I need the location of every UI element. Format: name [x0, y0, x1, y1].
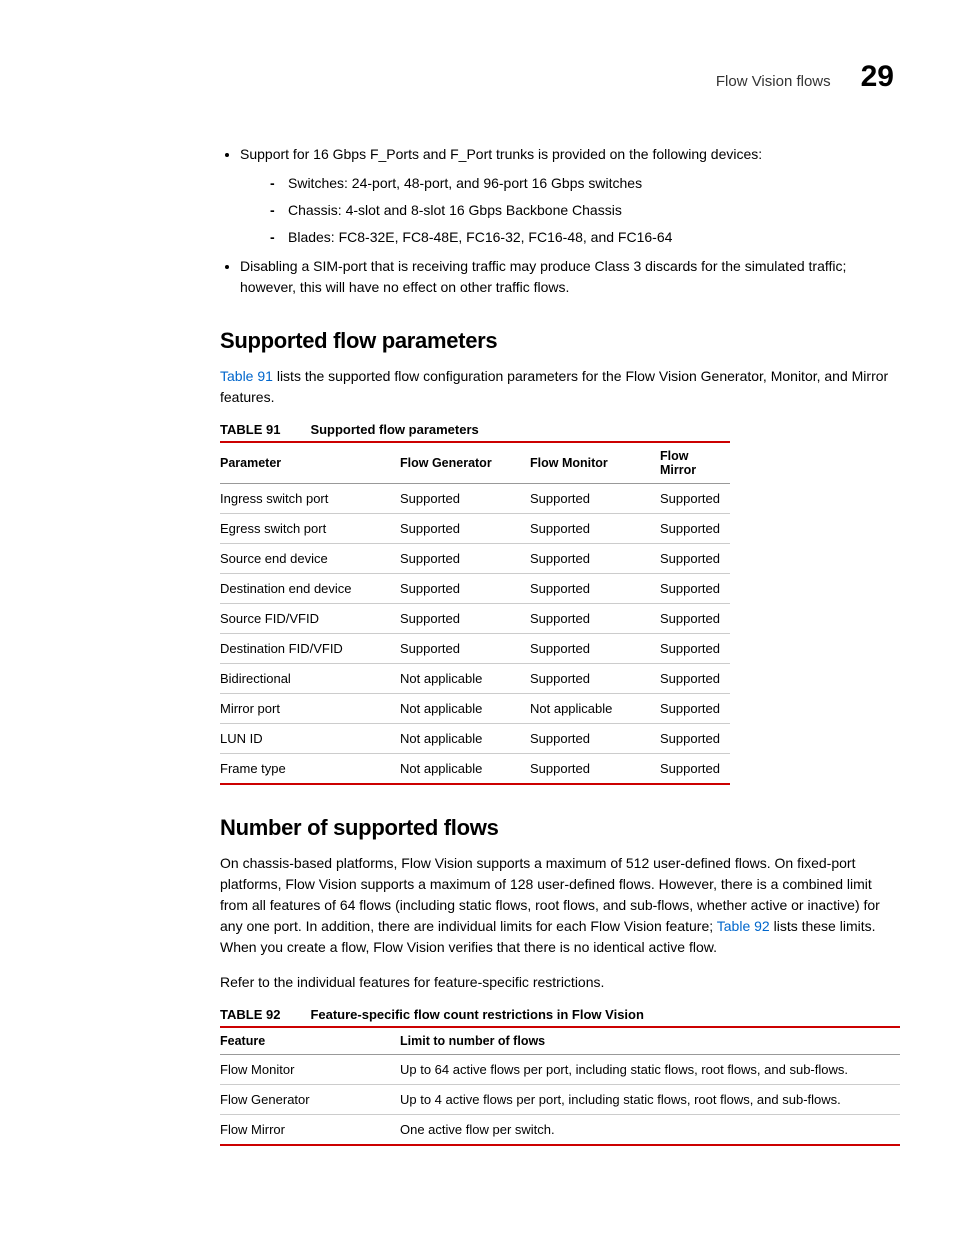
table-header: Flow Monitor — [530, 442, 660, 484]
body-paragraph: On chassis-based platforms, Flow Vision … — [220, 853, 894, 958]
table-cell: Frame type — [220, 754, 400, 785]
list-item: Support for 16 Gbps F_Ports and F_Port t… — [240, 144, 894, 248]
table-cell: Not applicable — [400, 664, 530, 694]
table-row: Source end deviceSupportedSupportedSuppo… — [220, 544, 730, 574]
table-row: Frame typeNot applicableSupportedSupport… — [220, 754, 730, 785]
table-label-title: Feature-specific flow count restrictions… — [310, 1007, 643, 1022]
table-row: Destination FID/VFIDSupportedSupportedSu… — [220, 634, 730, 664]
table-cell: Supported — [400, 544, 530, 574]
bullet-list: Support for 16 Gbps F_Ports and F_Port t… — [220, 144, 894, 298]
table-cell: Supported — [400, 514, 530, 544]
table-cell: Supported — [660, 514, 730, 544]
table-supported-params: Parameter Flow Generator Flow Monitor Fl… — [220, 441, 730, 785]
section-heading-supported-params: Supported flow parameters — [220, 328, 894, 354]
table-row: Source FID/VFIDSupportedSupportedSupport… — [220, 604, 730, 634]
table-cell: Supported — [660, 604, 730, 634]
table-header-row: Parameter Flow Generator Flow Monitor Fl… — [220, 442, 730, 484]
table-cell: Source end device — [220, 544, 400, 574]
table-cell: Source FID/VFID — [220, 604, 400, 634]
table-header-row: Feature Limit to number of flows — [220, 1027, 900, 1055]
table-flow-restrictions: Feature Limit to number of flows Flow Mo… — [220, 1026, 900, 1146]
table-cell: Supported — [530, 574, 660, 604]
sub-list-item: Switches: 24-port, 48-port, and 96-port … — [270, 173, 894, 194]
table-cell: Supported — [530, 514, 660, 544]
table-label-title: Supported flow parameters — [310, 422, 478, 437]
table-cell: Destination end device — [220, 574, 400, 604]
para-text: lists the supported flow configuration p… — [220, 368, 888, 405]
table-cell: Supported — [530, 724, 660, 754]
table-row: Flow MonitorUp to 64 active flows per po… — [220, 1055, 900, 1085]
table-header: Limit to number of flows — [400, 1027, 900, 1055]
sub-list: Switches: 24-port, 48-port, and 96-port … — [240, 173, 894, 248]
table-row: LUN IDNot applicableSupportedSupported — [220, 724, 730, 754]
body-paragraph: Refer to the individual features for fea… — [220, 972, 894, 993]
table-cell: Supported — [530, 604, 660, 634]
table-header: Feature — [220, 1027, 400, 1055]
sub-list-item: Chassis: 4-slot and 8-slot 16 Gbps Backb… — [270, 200, 894, 221]
table-link[interactable]: Table 91 — [220, 368, 273, 384]
table-header: Flow Generator — [400, 442, 530, 484]
table-link[interactable]: Table 92 — [717, 918, 770, 934]
table-row: Ingress switch portSupportedSupportedSup… — [220, 484, 730, 514]
table-row: Egress switch portSupportedSupportedSupp… — [220, 514, 730, 544]
table-cell: Not applicable — [400, 694, 530, 724]
table-cell: Supported — [660, 634, 730, 664]
table-cell: Supported — [660, 574, 730, 604]
table-cell: Not applicable — [530, 694, 660, 724]
table-cell: Supported — [660, 694, 730, 724]
table-cell: Supported — [530, 664, 660, 694]
table-cell: Supported — [400, 604, 530, 634]
table-row: Destination end deviceSupportedSupported… — [220, 574, 730, 604]
table-caption: TABLE 91 Supported flow parameters — [220, 422, 894, 437]
table-label-num: TABLE 92 — [220, 1007, 280, 1022]
sub-list-item: Blades: FC8-32E, FC8-48E, FC16-32, FC16-… — [270, 227, 894, 248]
table-cell: One active flow per switch. — [400, 1115, 900, 1146]
table-cell: Ingress switch port — [220, 484, 400, 514]
table-cell: Supported — [660, 664, 730, 694]
table-cell: Supported — [530, 634, 660, 664]
table-cell: Flow Mirror — [220, 1115, 400, 1146]
table-cell: Destination FID/VFID — [220, 634, 400, 664]
list-text: Support for 16 Gbps F_Ports and F_Port t… — [240, 146, 762, 162]
table-cell: Supported — [660, 724, 730, 754]
table-cell: Supported — [400, 634, 530, 664]
page: Flow Vision flows 29 Support for 16 Gbps… — [0, 0, 954, 1235]
list-item: Disabling a SIM-port that is receiving t… — [240, 256, 894, 298]
table-cell: Not applicable — [400, 754, 530, 785]
table-row: Flow GeneratorUp to 4 active flows per p… — [220, 1085, 900, 1115]
table-cell: Mirror port — [220, 694, 400, 724]
content-body: Support for 16 Gbps F_Ports and F_Port t… — [220, 144, 894, 1146]
table-row: BidirectionalNot applicableSupportedSupp… — [220, 664, 730, 694]
chapter-number: 29 — [861, 60, 894, 94]
table-cell: Up to 64 active flows per port, includin… — [400, 1055, 900, 1085]
table-cell: Supported — [400, 484, 530, 514]
table-cell: LUN ID — [220, 724, 400, 754]
table-label-num: TABLE 91 — [220, 422, 280, 437]
table-cell: Flow Monitor — [220, 1055, 400, 1085]
table-cell: Supported — [400, 574, 530, 604]
table-cell: Up to 4 active flows per port, including… — [400, 1085, 900, 1115]
table-row: Flow MirrorOne active flow per switch. — [220, 1115, 900, 1146]
table-caption: TABLE 92 Feature-specific flow count res… — [220, 1007, 894, 1022]
table-cell: Supported — [660, 544, 730, 574]
table-cell: Not applicable — [400, 724, 530, 754]
section-heading-num-flows: Number of supported flows — [220, 815, 894, 841]
table-cell: Supported — [660, 484, 730, 514]
table-cell: Flow Generator — [220, 1085, 400, 1115]
table-row: Mirror portNot applicableNot applicableS… — [220, 694, 730, 724]
table-cell: Bidirectional — [220, 664, 400, 694]
table-header: Parameter — [220, 442, 400, 484]
table-cell: Egress switch port — [220, 514, 400, 544]
page-header: Flow Vision flows 29 — [60, 60, 894, 94]
table-cell: Supported — [530, 544, 660, 574]
table-header: Flow Mirror — [660, 442, 730, 484]
header-title: Flow Vision flows — [716, 73, 831, 90]
table-cell: Supported — [530, 484, 660, 514]
body-paragraph: Table 91 lists the supported flow config… — [220, 366, 894, 408]
table-cell: Supported — [660, 754, 730, 785]
table-cell: Supported — [530, 754, 660, 785]
